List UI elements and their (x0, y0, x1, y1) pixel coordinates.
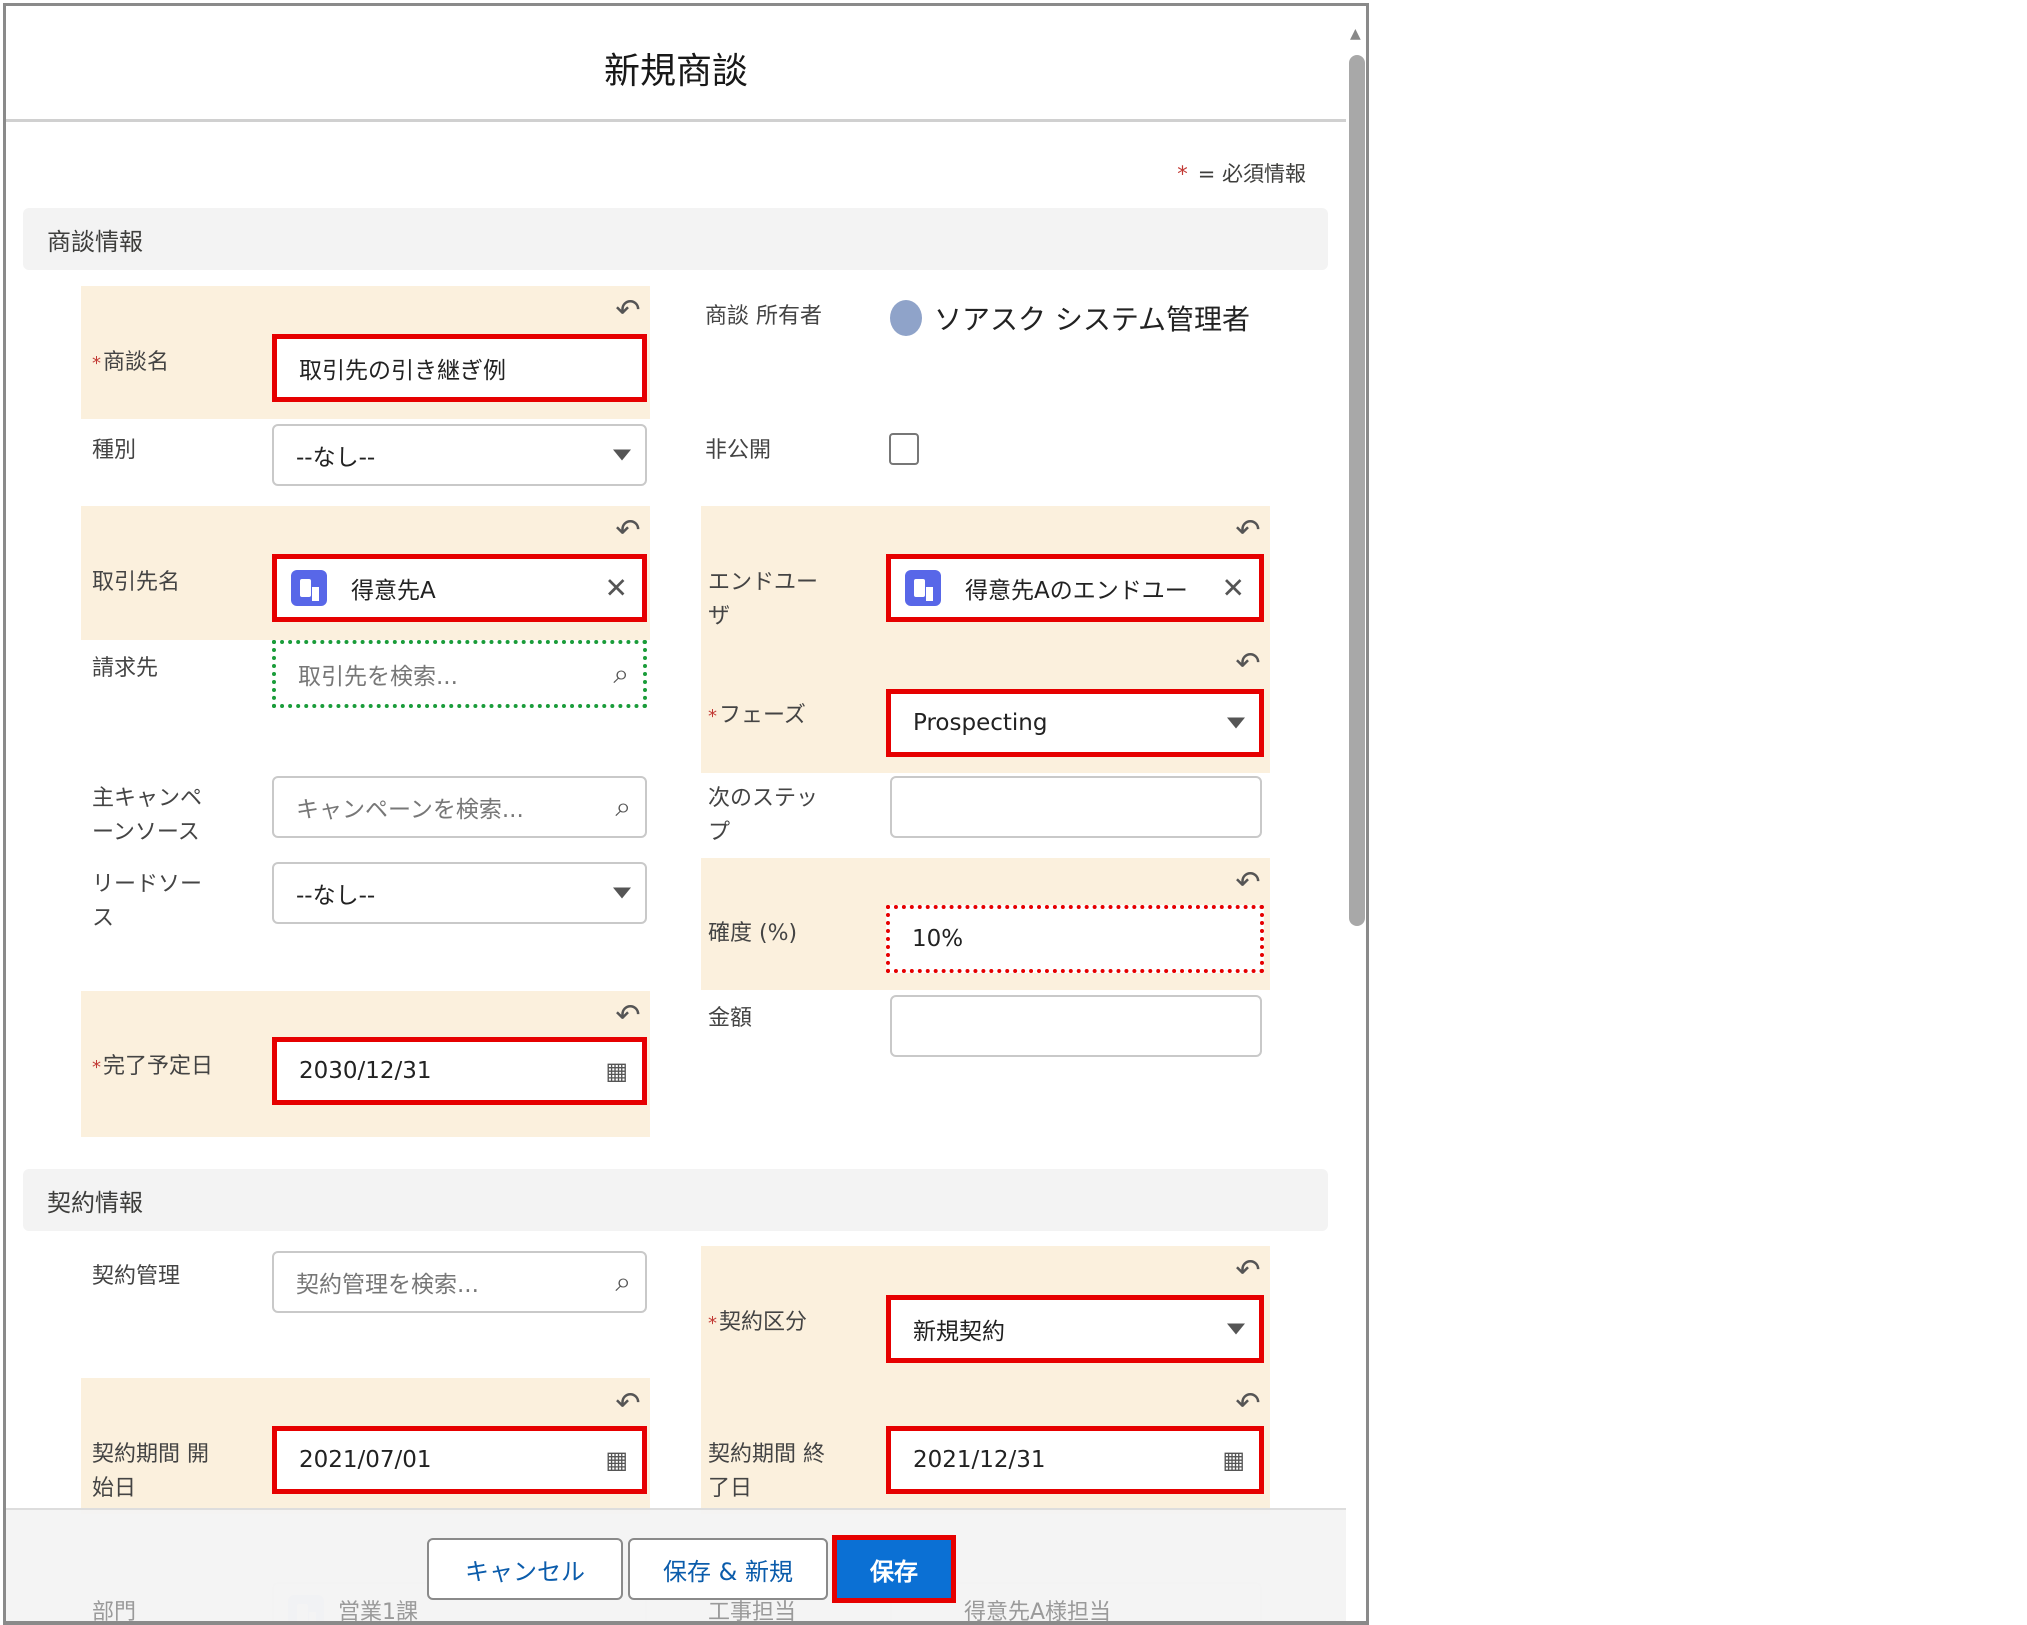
probability-label: 確度 (%) (708, 921, 798, 946)
close-icon[interactable]: ✕ (1222, 572, 1245, 605)
handler-value[interactable]: 得意先A様担当 (964, 1602, 1111, 1622)
scrollbar-thumb[interactable] (1349, 55, 1365, 926)
type-label: 種別 (92, 438, 137, 463)
probability-input[interactable]: 10% (886, 905, 1264, 973)
department-value[interactable]: 営業1課 (338, 1602, 418, 1622)
undo-icon[interactable]: ↶ (613, 1001, 643, 1031)
undo-icon[interactable]: ↶ (613, 296, 643, 326)
modal-footer: キャンセル 保存 & 新規 保存 (6, 1508, 1346, 1621)
lead-source-label: リードソース (92, 872, 203, 931)
contract-end-label: 契約期間 終了日 (708, 1442, 825, 1501)
header-divider (6, 119, 1346, 122)
section-header-contract[interactable]: 契約情報 (23, 1169, 1328, 1231)
account-lookup[interactable]: 得意先A ✕ (272, 554, 647, 622)
owner-label: 商談 所有者 (705, 304, 822, 329)
search-icon: ⌕ (615, 1265, 631, 1298)
section-header-opportunity[interactable]: 商談情報 (23, 208, 1328, 270)
contract-type-label: *契約区分 (708, 1310, 808, 1335)
modal-title: 新規商談 (603, 51, 748, 92)
end-user-lookup[interactable]: 得意先Aのエンドユー ✕ (886, 554, 1264, 622)
scroll-up-icon[interactable]: ▲ (1350, 26, 1361, 42)
undo-icon[interactable]: ↶ (1233, 649, 1263, 679)
account-label: 取引先名 (92, 570, 181, 595)
chevron-down-icon (1227, 717, 1245, 729)
undo-icon[interactable]: ↶ (1233, 1389, 1263, 1419)
undo-icon[interactable]: ↶ (1233, 868, 1263, 898)
account-icon (291, 570, 327, 606)
next-step-label: 次のステップ (708, 786, 819, 845)
calendar-icon[interactable]: ▦ (1222, 1446, 1245, 1474)
cancel-button[interactable]: キャンセル (427, 1538, 623, 1600)
contract-start-label: 契約期間 開始日 (92, 1442, 209, 1501)
campaign-search-input[interactable]: キャンペーンを検索... ⌕ (272, 776, 647, 838)
calendar-icon[interactable]: ▦ (605, 1057, 628, 1085)
campaign-label: 主キャンペーンソース (92, 786, 203, 845)
next-step-input[interactable] (890, 776, 1262, 838)
lead-source-select[interactable]: --なし-- (272, 862, 647, 924)
private-label: 非公開 (705, 438, 772, 463)
billing-search-input[interactable]: 取引先を検索... ⌕ (272, 640, 647, 708)
amount-label: 金額 (708, 1006, 753, 1031)
save-button[interactable]: 保存 (832, 1535, 956, 1603)
calendar-icon[interactable]: ▦ (605, 1446, 628, 1474)
avatar (890, 300, 922, 336)
stage-label: *フェーズ (708, 703, 806, 728)
amount-input[interactable] (890, 995, 1262, 1057)
billing-label: 請求先 (92, 656, 159, 681)
private-checkbox[interactable] (889, 433, 919, 465)
type-select[interactable]: --なし-- (272, 424, 647, 486)
contract-end-input[interactable]: 2021/12/31 ▦ (886, 1426, 1264, 1494)
contract-start-input[interactable]: 2021/07/01 ▦ (272, 1426, 647, 1494)
search-icon: ⌕ (615, 790, 631, 823)
contract-type-select[interactable]: 新規契約 (886, 1295, 1264, 1363)
search-icon: ⌕ (613, 657, 629, 690)
save-and-new-button[interactable]: 保存 & 新規 (628, 1538, 828, 1600)
close-date-label: *完了予定日 (92, 1054, 214, 1079)
opportunity-name-input[interactable]: 取引先の引き継ぎ例 (272, 334, 647, 402)
account-icon (905, 570, 941, 606)
department-label: 部門 (92, 1600, 137, 1625)
new-opportunity-modal: 新規商談 * = 必須情報 商談情報 ↶ *商談名 取引先の引き継ぎ例 商談 所有… (3, 3, 1369, 1625)
undo-icon[interactable]: ↶ (613, 1389, 643, 1419)
handler-label: 工事担当 (708, 1600, 797, 1625)
chevron-down-icon (613, 887, 631, 899)
contract-mgmt-label: 契約管理 (92, 1264, 181, 1289)
owner-value[interactable]: ソアスク システム管理者 (890, 298, 1250, 338)
close-icon[interactable]: ✕ (605, 572, 628, 605)
chevron-down-icon (613, 449, 631, 461)
required-note: * = 必須情報 (1177, 162, 1306, 186)
contract-mgmt-search-input[interactable]: 契約管理を検索... ⌕ (272, 1251, 647, 1313)
close-date-input[interactable]: 2030/12/31 ▦ (272, 1037, 647, 1105)
undo-icon[interactable]: ↶ (1233, 1256, 1263, 1286)
end-user-label: エンドユーザ (708, 570, 819, 629)
name-label: *商談名 (92, 350, 170, 375)
undo-icon[interactable]: ↶ (1233, 516, 1263, 546)
stage-select[interactable]: Prospecting (886, 689, 1264, 757)
undo-icon[interactable]: ↶ (613, 516, 643, 546)
chevron-down-icon (1227, 1323, 1245, 1335)
